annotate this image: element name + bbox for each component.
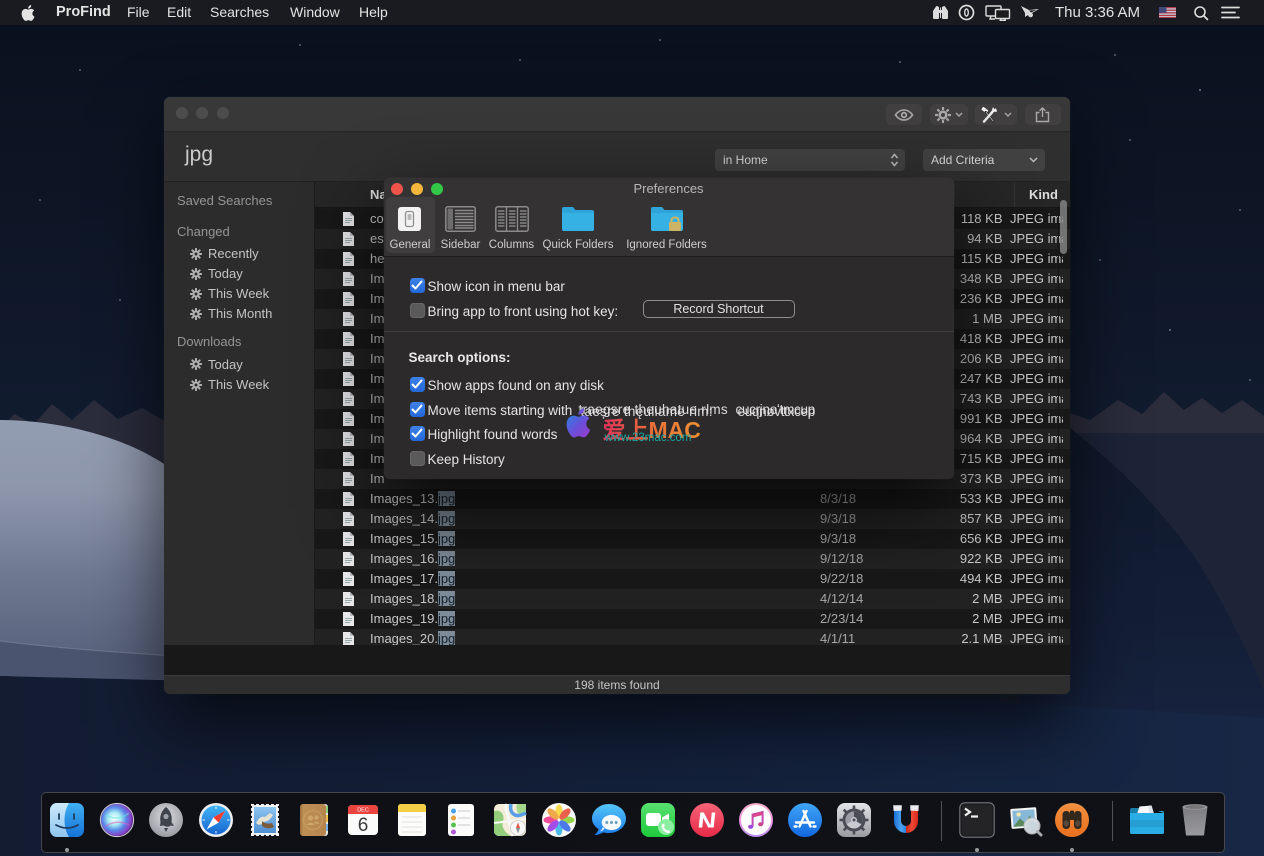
svg-text:6: 6 bbox=[358, 815, 369, 836]
svg-text:DEC: DEC bbox=[357, 808, 369, 814]
